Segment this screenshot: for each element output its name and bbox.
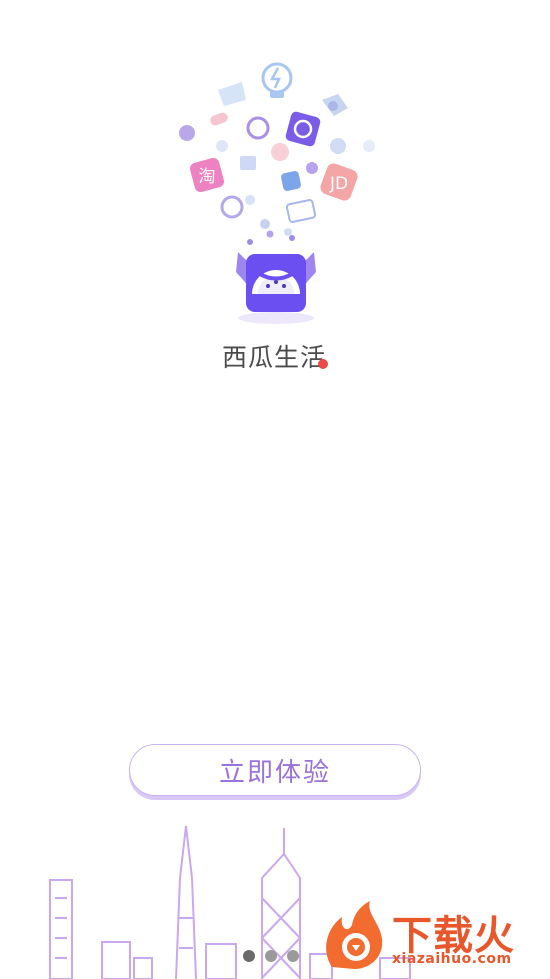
page-dot-3[interactable] bbox=[287, 950, 299, 962]
jd-icon: JD bbox=[320, 163, 358, 201]
page-indicator bbox=[243, 950, 299, 962]
tag-icon bbox=[179, 125, 195, 141]
diamond-app-icon bbox=[285, 111, 321, 147]
app-name-text: 西瓜生活 bbox=[221, 343, 326, 372]
bird-icon bbox=[322, 94, 348, 116]
flame-logo-icon bbox=[326, 901, 383, 969]
ticket-icon bbox=[210, 112, 228, 126]
app-square-icon bbox=[281, 171, 301, 191]
page-dot-1[interactable] bbox=[243, 950, 255, 962]
floating-app-icons-illustration: 淘 JD bbox=[179, 62, 375, 324]
svg-text:淘: 淘 bbox=[199, 167, 216, 187]
page-dot-2[interactable] bbox=[265, 950, 277, 962]
taobao-icon: 淘 bbox=[189, 157, 225, 193]
smile-dot-icon bbox=[318, 359, 328, 369]
try-now-button[interactable]: 立即体验 bbox=[129, 744, 421, 796]
svg-text:JD: JD bbox=[329, 174, 348, 194]
gift-icon bbox=[240, 156, 256, 170]
xiazaihuo-watermark: 下载火 xiazaihuo.com bbox=[322, 899, 542, 973]
app-name-logo: 西瓜生活 bbox=[0, 338, 550, 374]
miniy-icon bbox=[285, 199, 317, 223]
shopping-basket-icon bbox=[218, 82, 246, 106]
watermelon-logo-icon bbox=[236, 252, 316, 324]
music-icon bbox=[330, 138, 346, 154]
aperture-icon bbox=[246, 116, 270, 140]
splash-screen: 淘 JD 西瓜生活 立即体验 下载火 xiazaihuo.com bbox=[0, 0, 550, 979]
lightbulb-icon bbox=[261, 62, 293, 98]
bubble-icon bbox=[220, 195, 244, 219]
watermark-url: xiazaihuo.com bbox=[392, 951, 512, 967]
